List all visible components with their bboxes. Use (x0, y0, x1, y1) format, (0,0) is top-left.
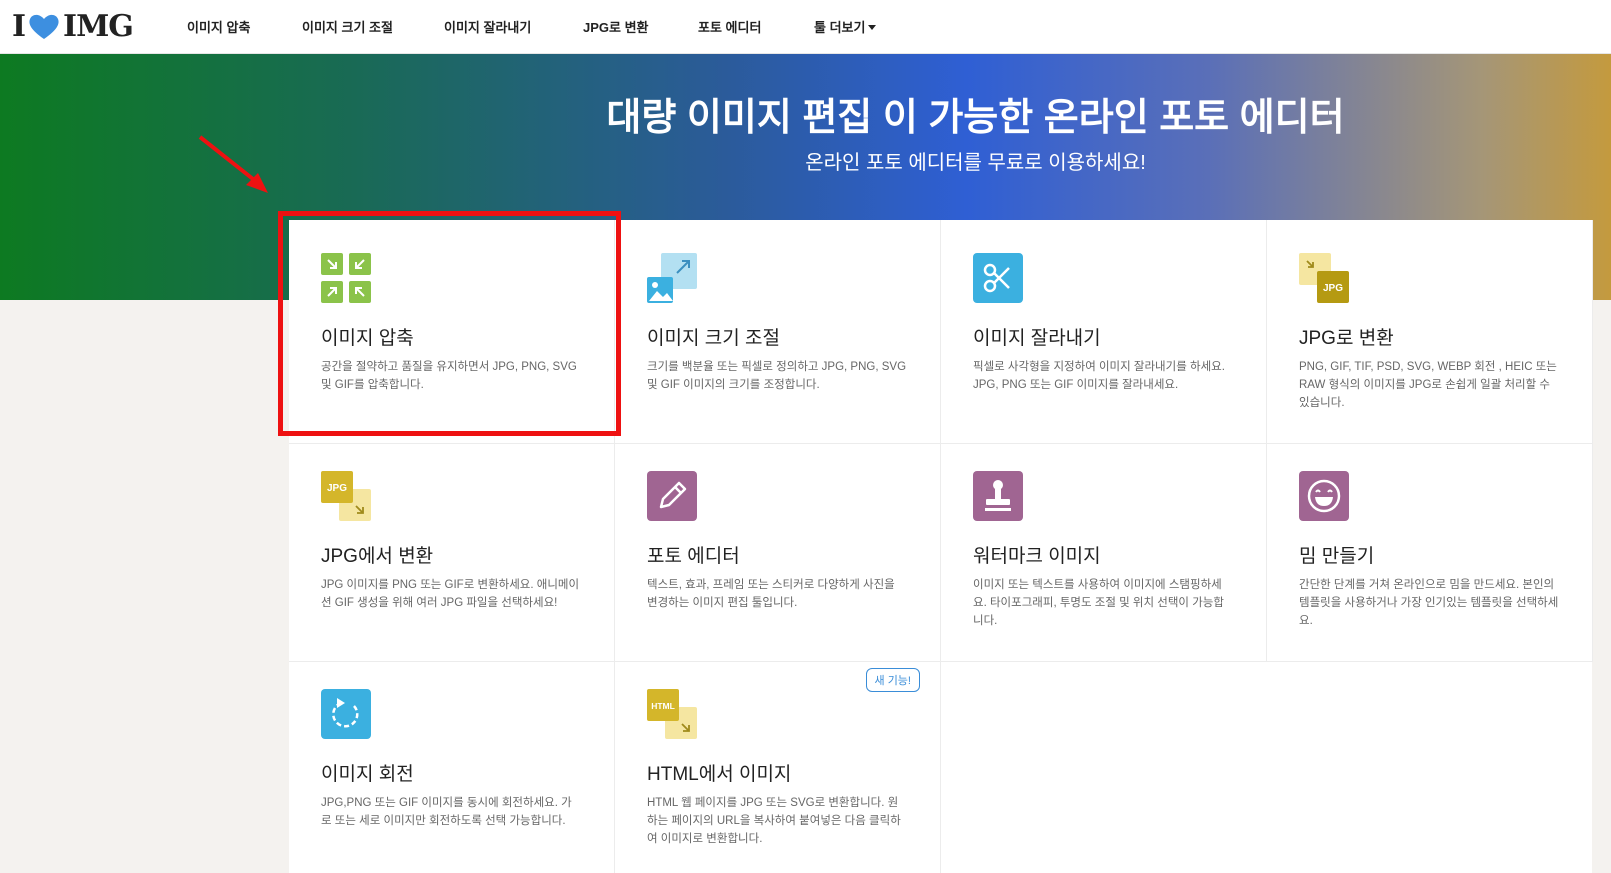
tool-title: 포토 에디터 (647, 546, 740, 567)
resize-icon (647, 253, 697, 303)
tool-card-rotate[interactable]: 이미지 회전 JPG,PNG 또는 GIF 이미지를 동시에 회전하세요. 가로… (289, 656, 615, 873)
stamp-icon (973, 471, 1023, 521)
nav-item-compress[interactable]: 이미지 압축 (187, 17, 250, 36)
tool-title: JPG로 변환 (1299, 328, 1394, 349)
tool-description: PNG, GIF, TIF, PSD, SVG, WEBP 회전 , HEIC … (1299, 361, 1557, 409)
laughing-face-icon (1299, 471, 1349, 521)
tool-description: 간단한 단계를 거쳐 온라인으로 밈을 만드세요. 본인의 템플릿을 사용하거나… (1299, 579, 1559, 627)
tool-title: 이미지 크기 조절 (647, 328, 780, 349)
tool-description: 텍스트, 효과, 프레임 또는 스티커로 다양하게 사진을 변경하는 이미지 편… (647, 579, 895, 609)
main-nav: 이미지 압축 이미지 크기 조절 이미지 잘라내기 JPG로 변환 포토 에디터… (0, 0, 1611, 54)
nav-item-crop[interactable]: 이미지 잘라내기 (444, 17, 531, 36)
hero-title: 대량 이미지 편집 이 가능한 온라인 포토 에디터 (606, 97, 1345, 139)
pencil-icon (647, 471, 697, 521)
html-label: HTML (651, 701, 675, 711)
nav-item-photo-editor[interactable]: 포토 에디터 (698, 17, 761, 36)
tool-card-convert-from-jpg[interactable]: JPG JPG에서 변환 JPG 이미지를 PNG 또는 GIF로 변환하세요.… (289, 438, 615, 662)
tool-description: 크기를 백분율 또는 픽셀로 정의하고 JPG, PNG, SVG 및 GIF … (647, 361, 907, 391)
tool-description: HTML 웹 페이지를 JPG 또는 SVG로 변환합니다. 원하는 페이지의 … (647, 797, 901, 845)
tool-title: 워터마크 이미지 (973, 546, 1101, 567)
jpg-label: JPG (1323, 283, 1343, 294)
tool-card-convert-to-jpg[interactable]: JPG JPG로 변환 PNG, GIF, TIF, PSD, SVG, WEB… (1267, 220, 1593, 444)
tool-card-watermark[interactable]: 워터마크 이미지 이미지 또는 텍스트를 사용하여 이미지에 스탬핑하세요. 타… (941, 438, 1267, 662)
tool-description: 픽셀로 사각형을 지정하여 이미지 잘라내기를 하세요. JPG, PNG 또는… (973, 361, 1225, 391)
top-navbar: I IMG 이미지 압축 이미지 크기 조절 이미지 잘라내기 JPG로 변환 … (0, 0, 1611, 54)
highlight-box (278, 211, 621, 436)
more-tools-label: 툴 더보기 (814, 20, 866, 35)
tool-description: JPG,PNG 또는 GIF 이미지를 동시에 회전하세요. 가로 또는 세로 … (321, 797, 572, 827)
html-to-image-icon: HTML (647, 689, 697, 739)
tool-title: 밈 만들기 (1299, 546, 1375, 567)
tool-title: HTML에서 이미지 (647, 764, 792, 785)
nav-item-convert-jpg[interactable]: JPG로 변환 (583, 17, 649, 36)
tool-title: JPG에서 변환 (321, 546, 434, 567)
tool-card-html-to-image[interactable]: 새 기능! HTML HTML에서 이미지 HTML 웹 페이지를 JPG 또는… (615, 656, 941, 873)
red-arrow-annotation-icon (198, 135, 268, 193)
convert-from-jpg-icon: JPG (321, 471, 371, 521)
nav-item-more-tools[interactable]: 툴 더보기 (814, 17, 877, 36)
tool-title: 이미지 회전 (321, 764, 414, 785)
caret-down-icon (868, 25, 877, 30)
new-feature-badge: 새 기능! (865, 668, 920, 692)
scissors-icon (973, 253, 1023, 303)
nav-item-resize[interactable]: 이미지 크기 조절 (302, 17, 393, 36)
convert-to-jpg-icon: JPG (1299, 253, 1349, 303)
tool-description: JPG 이미지를 PNG 또는 GIF로 변환하세요. 애니메이션 GIF 생성… (321, 579, 580, 609)
tool-title: 이미지 잘라내기 (973, 328, 1101, 349)
tool-description: 이미지 또는 텍스트를 사용하여 이미지에 스탬핑하세요. 타이포그래피, 투명… (973, 579, 1224, 627)
tool-card-crop[interactable]: 이미지 잘라내기 픽셀로 사각형을 지정하여 이미지 잘라내기를 하세요. JP… (941, 220, 1267, 444)
tool-card-resize[interactable]: 이미지 크기 조절 크기를 백분율 또는 픽셀로 정의하고 JPG, PNG, … (615, 220, 941, 444)
tool-card-meme[interactable]: 밈 만들기 간단한 단계를 거쳐 온라인으로 밈을 만드세요. 본인의 템플릿을… (1267, 438, 1593, 662)
jpg-label: JPG (327, 483, 347, 494)
rotate-icon (321, 689, 371, 739)
tool-card-photo-editor[interactable]: 포토 에디터 텍스트, 효과, 프레임 또는 스티커로 다양하게 사진을 변경하… (615, 438, 941, 662)
